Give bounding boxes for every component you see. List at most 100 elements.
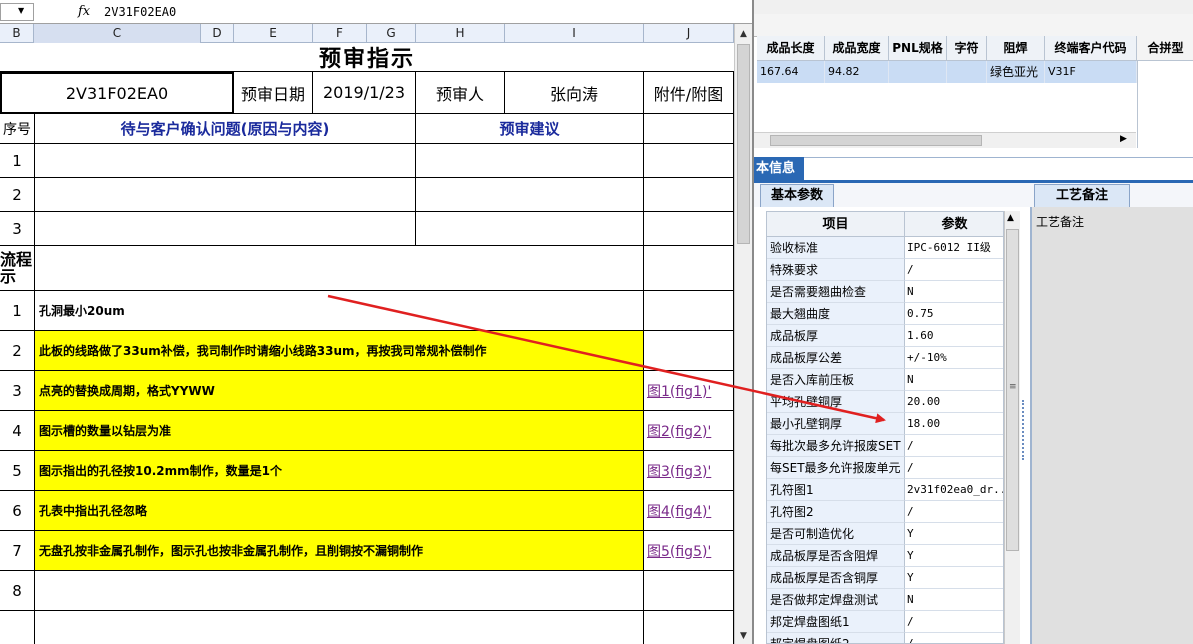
question-row-content[interactable]	[35, 178, 416, 212]
question-row-attachment[interactable]	[644, 178, 734, 212]
process-content-cell[interactable]	[35, 246, 644, 291]
param-row[interactable]: 最大翘曲度 0.75	[767, 303, 1003, 325]
issue-attachment[interactable]	[644, 291, 734, 331]
grid-cell-soldermask[interactable]: 绿色亚光	[987, 61, 1045, 83]
param-scroll-up-icon[interactable]: ▲	[1007, 213, 1014, 223]
reviewer-value[interactable]: 张向涛	[505, 72, 644, 114]
param-row[interactable]: 孔符图2/	[767, 501, 1003, 523]
param-row[interactable]: 验收标准 IPC-6012 II级	[767, 237, 1003, 259]
param-value[interactable]: Y	[905, 523, 1003, 545]
column-header-c[interactable]: C	[34, 24, 201, 43]
param-row[interactable]: 特殊要求 /	[767, 259, 1003, 281]
sheet-vertical-scrollbar[interactable]: ▲ ▼	[734, 24, 752, 644]
param-value[interactable]: Y	[905, 567, 1003, 589]
grid-cell-width[interactable]: 94.82	[825, 61, 889, 83]
param-row[interactable]: 邦定焊盘图纸1/	[767, 611, 1003, 633]
scroll-down-icon[interactable]: ▼	[735, 628, 752, 644]
param-value[interactable]: /	[905, 611, 1003, 633]
parameter-scrollbar[interactable]: ▲ ≡	[1004, 211, 1020, 644]
param-row[interactable]: 是否可制造优化 Y	[767, 523, 1003, 545]
question-row-attachment[interactable]	[644, 212, 734, 246]
issue-text[interactable]: 图示槽的数量以钻层为准	[35, 411, 644, 451]
issue-text[interactable]: 点亮的替换成周期，格式YYWW	[35, 371, 644, 411]
grid-cell-pnl[interactable]	[889, 61, 947, 83]
grid-cell-length[interactable]: 167.64	[757, 61, 825, 83]
tab-craft-notes[interactable]: 工艺备注	[1034, 184, 1130, 207]
param-value[interactable]: N	[905, 369, 1003, 391]
param-value[interactable]: N	[905, 281, 1003, 303]
param-value[interactable]: /	[905, 435, 1003, 457]
param-value[interactable]: +/-10%	[905, 347, 1003, 369]
grid-scroll-thumb[interactable]	[770, 135, 982, 146]
issue-attachment[interactable]: 图3(fig3)'	[644, 451, 734, 491]
craft-notes-area[interactable]: 工艺备注	[1030, 207, 1193, 644]
part-code-cell[interactable]: 2V31F02EA0	[0, 72, 234, 114]
param-row[interactable]: 孔符图1 2v31f02ea0_dr...	[767, 479, 1003, 501]
param-row[interactable]: 最小孔壁铜厚 18.00	[767, 413, 1003, 435]
param-row[interactable]: 成品板厚是否含阻焊 Y	[767, 545, 1003, 567]
issue-text[interactable]: 无盘孔按非金属孔制作，图示孔也按非金属孔制作，且削铜按不漏铜制作	[35, 531, 644, 571]
param-row[interactable]: 平均孔壁铜厚 20.00	[767, 391, 1003, 413]
formula-input[interactable]: 2V31F02EA0	[104, 5, 176, 19]
column-header-d[interactable]: D	[201, 24, 234, 43]
param-row[interactable]: 每SET最多允许报废单元 /	[767, 457, 1003, 479]
issue-text[interactable]: 图示指出的孔径按10.2mm制作，数量是1个	[35, 451, 644, 491]
review-date-value[interactable]: 2019/1/23	[313, 72, 416, 114]
param-header-value[interactable]: 参数	[905, 212, 1003, 237]
name-box-dropdown-icon[interactable]: ▼	[18, 6, 24, 15]
param-value[interactable]: 2v31f02ea0_dr...	[905, 479, 1003, 501]
question-row-attachment[interactable]	[644, 144, 734, 178]
param-value[interactable]: IPC-6012 II级	[905, 237, 1003, 259]
param-row[interactable]: 是否做邦定焊盘测试 N	[767, 589, 1003, 611]
name-box[interactable]	[0, 3, 34, 21]
column-header-e[interactable]: E	[234, 24, 313, 43]
param-value[interactable]: /	[905, 501, 1003, 523]
param-value[interactable]: /	[905, 633, 1003, 643]
param-row[interactable]: 每批次最多允许报废SET /	[767, 435, 1003, 457]
param-value[interactable]: 1.60	[905, 325, 1003, 347]
issue-text[interactable]: 孔洞最小20um	[35, 291, 644, 331]
question-row-suggestion[interactable]	[416, 178, 644, 212]
question-row-suggestion[interactable]	[416, 212, 644, 246]
param-row[interactable]: 是否需要翘曲检查 N	[767, 281, 1003, 303]
issue-attachment[interactable]: 图1(fig1)'	[644, 371, 734, 411]
figure-link[interactable]: 图3(fig3)'	[647, 461, 711, 481]
issue-attachment[interactable]: 图2(fig2)'	[644, 411, 734, 451]
grid-header-pnl[interactable]: PNL规格	[889, 36, 947, 61]
column-header-i[interactable]: I	[505, 24, 644, 43]
grid-cell-customer-code[interactable]: V31F	[1045, 61, 1137, 83]
scroll-up-icon[interactable]: ▲	[735, 26, 752, 42]
issue-attachment[interactable]: 图4(fig4)'	[644, 491, 734, 531]
figure-link[interactable]: 图4(fig4)'	[647, 501, 711, 521]
figure-link[interactable]: 图1(fig1)'	[647, 381, 711, 401]
sheet-title-cell[interactable]: 预审指示	[0, 43, 734, 72]
grid-header-width[interactable]: 成品宽度	[825, 36, 889, 61]
empty-row-attachment[interactable]	[644, 611, 734, 644]
grid-cell-char[interactable]	[947, 61, 987, 83]
param-row[interactable]: 是否入库前压板 N	[767, 369, 1003, 391]
sheet-scroll-thumb[interactable]	[737, 44, 750, 244]
question-row-content[interactable]	[35, 144, 416, 178]
issue-attachment[interactable]	[644, 331, 734, 371]
process-attachment-cell[interactable]	[644, 246, 734, 291]
issue-text[interactable]: 孔表中指出孔径忽略	[35, 491, 644, 531]
param-value[interactable]: 18.00	[905, 413, 1003, 435]
section-tab-basic-info[interactable]: 本信息	[754, 157, 804, 181]
issue-attachment[interactable]: 图5(fig5)'	[644, 531, 734, 571]
empty-row-text[interactable]	[35, 611, 644, 644]
grid-header-customer-code[interactable]: 终端客户代码	[1045, 36, 1137, 61]
function-icon[interactable]: fx	[78, 4, 90, 19]
attachment-header-empty[interactable]	[644, 114, 734, 144]
issue-attachment[interactable]	[644, 571, 734, 611]
scroll-right-icon[interactable]: ▶	[1120, 134, 1127, 144]
param-row[interactable]: 成品板厚是否含铜厚 Y	[767, 567, 1003, 589]
figure-link[interactable]: 图5(fig5)'	[647, 541, 711, 561]
grid-header-merge[interactable]: 合拼型	[1137, 36, 1193, 61]
param-scroll-thumb[interactable]: ≡	[1006, 229, 1019, 551]
grid-horizontal-scrollbar[interactable]: ▶	[754, 132, 1136, 148]
param-header-item[interactable]: 项目	[767, 212, 905, 237]
param-row[interactable]: 成品板厚公差 +/-10%	[767, 347, 1003, 369]
param-value[interactable]: 20.00	[905, 391, 1003, 413]
issue-text[interactable]	[35, 571, 644, 611]
param-row[interactable]: 邦定焊盘图纸2/	[767, 633, 1003, 643]
